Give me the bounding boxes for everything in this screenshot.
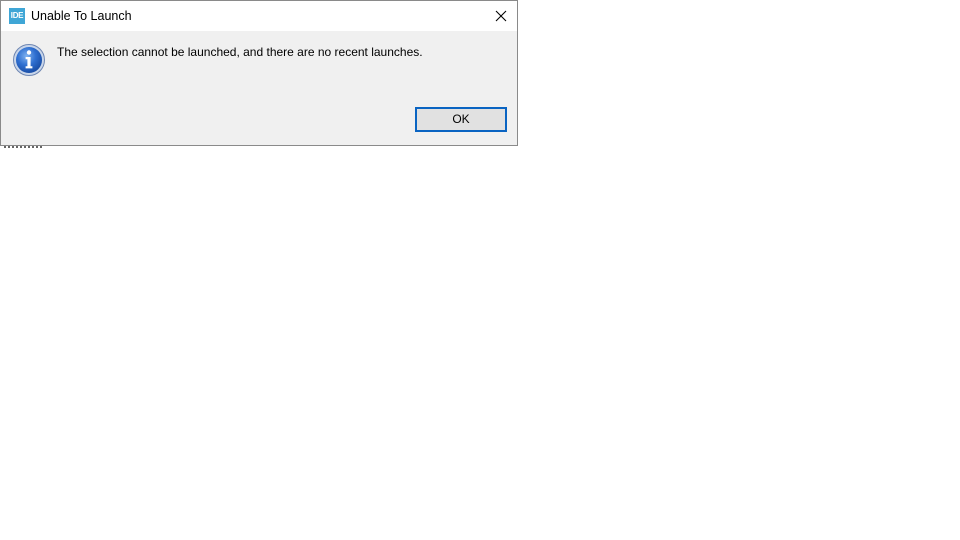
dialog-body: The selection cannot be launched, and th… [1, 31, 517, 145]
info-icon [13, 44, 45, 76]
close-button[interactable] [485, 1, 517, 31]
title-bar[interactable]: IDE Unable To Launch [1, 1, 517, 31]
dialog-message: The selection cannot be launched, and th… [57, 45, 423, 59]
background-window-fragment [4, 146, 44, 148]
ok-button[interactable]: OK [415, 107, 507, 132]
ide-app-icon: IDE [9, 8, 25, 24]
unable-to-launch-dialog: IDE Unable To Launch The selection canno [0, 0, 518, 146]
close-icon [495, 10, 507, 22]
dialog-title: Unable To Launch [31, 9, 132, 23]
